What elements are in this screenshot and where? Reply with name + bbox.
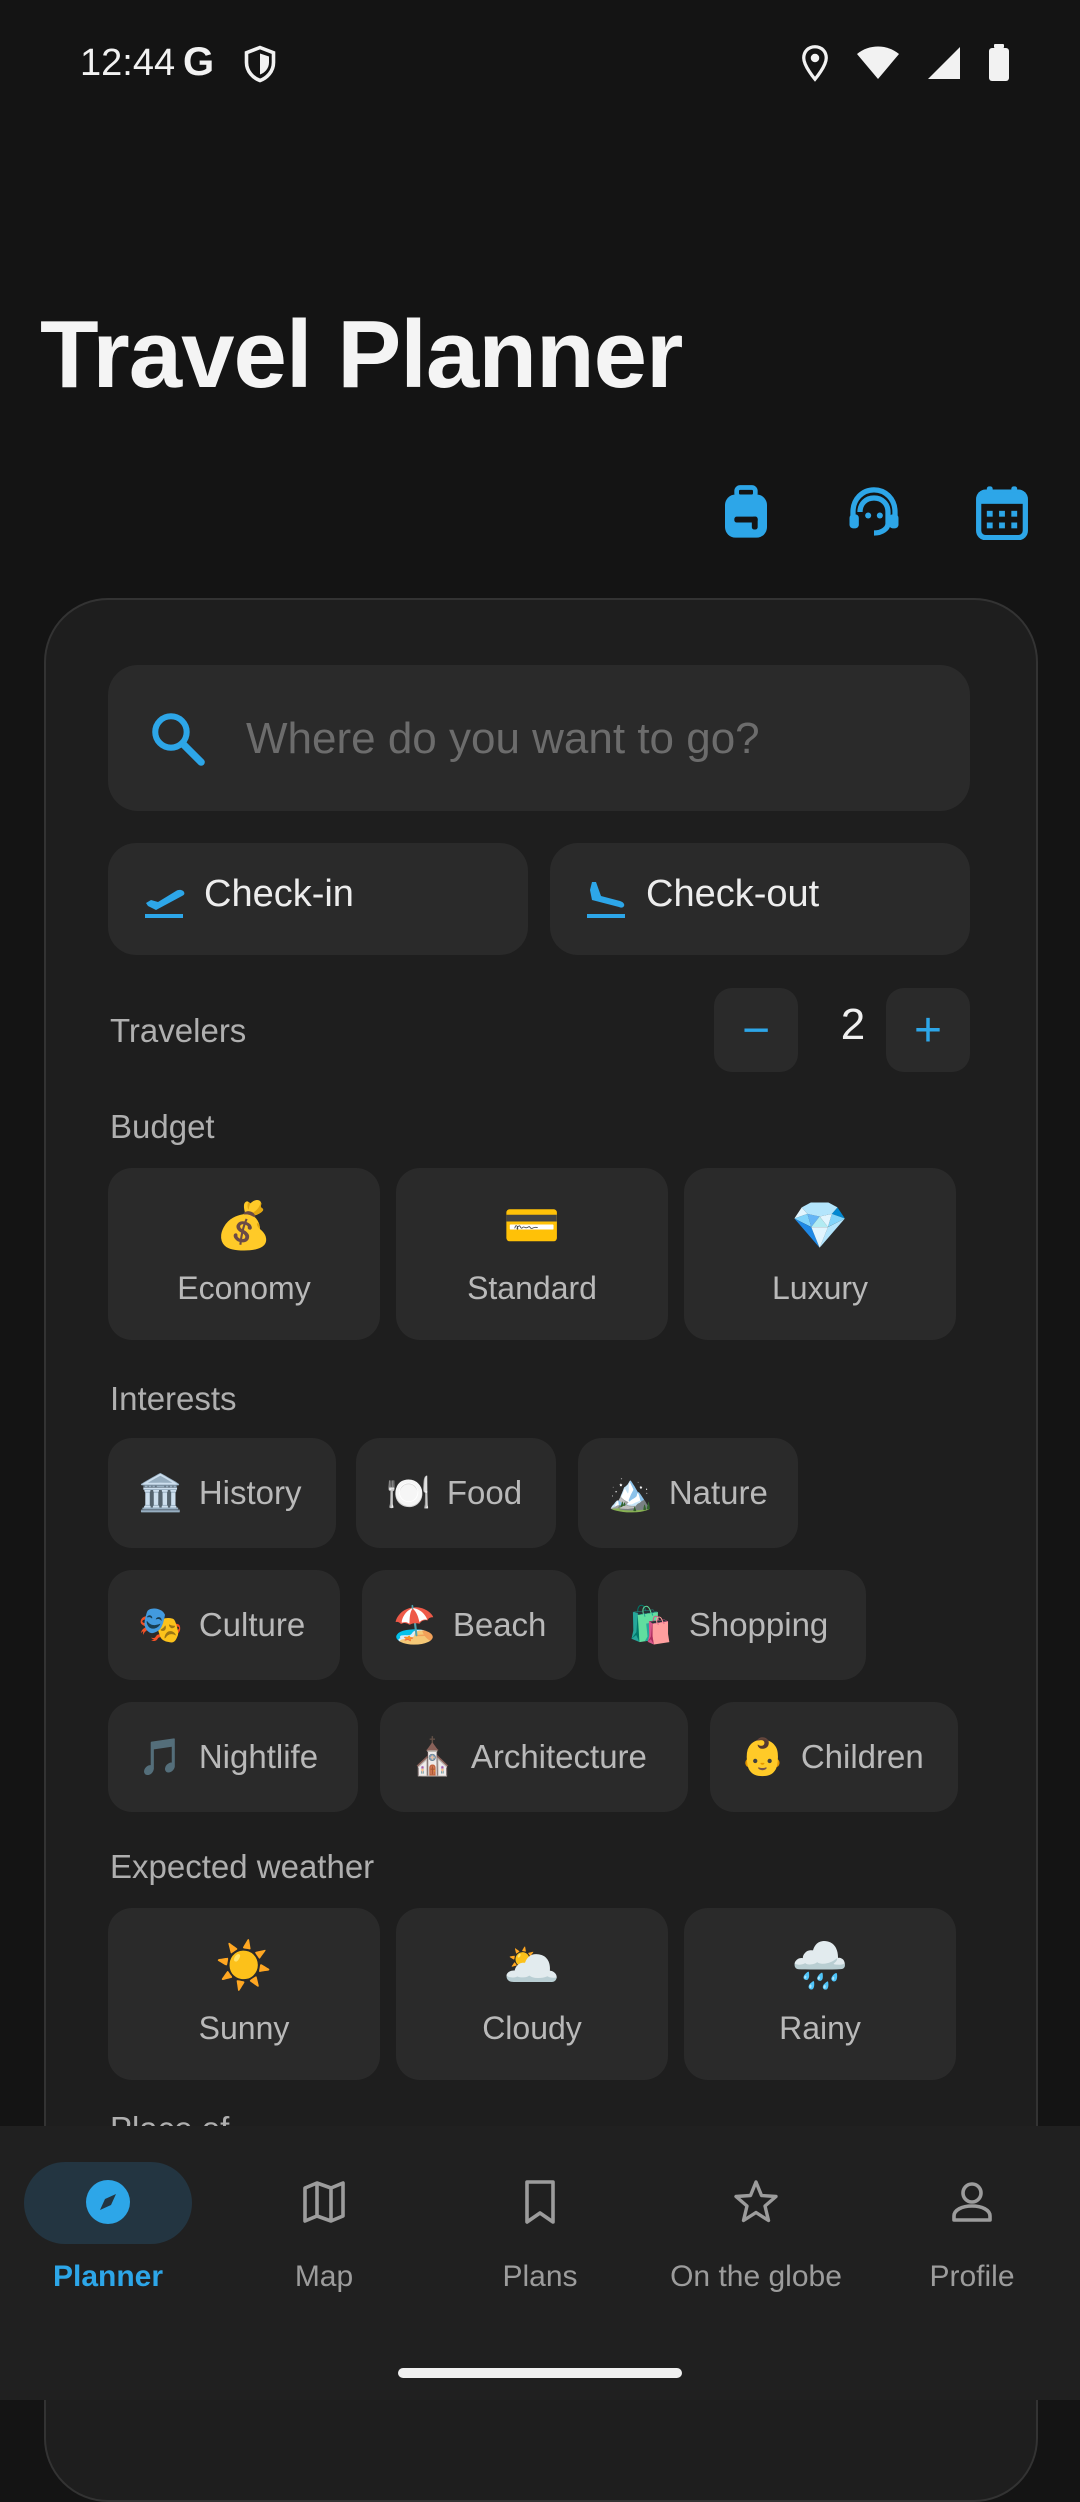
battery-icon <box>989 44 1009 81</box>
interest-chip-culture[interactable]: 🎭 Culture <box>108 1570 340 1680</box>
budget-option-label: Luxury <box>771 1270 869 1306</box>
weather-option-label: Sunny <box>198 2010 290 2046</box>
page-title: Travel Planner <box>40 301 683 408</box>
gem-icon: 💎 <box>791 1199 849 1251</box>
flight-takeoff-icon <box>145 889 185 918</box>
interests-label: Interests <box>110 1380 237 1417</box>
compass-icon <box>86 2180 130 2224</box>
wifi-icon <box>857 46 899 79</box>
signal-icon <box>928 47 960 79</box>
weather-option-cloudy[interactable]: 🌥️ Cloudy <box>396 1908 668 2080</box>
church-icon: ⛪ <box>410 1736 455 1777</box>
money-bag-icon: 💰 <box>215 1199 273 1251</box>
chip-label: Children <box>800 1738 924 1775</box>
cloud-sun-icon: 🌥️ <box>503 1939 561 1991</box>
interest-chip-nature[interactable]: 🏔️ Nature <box>578 1438 798 1548</box>
support-agent-icon[interactable] <box>846 484 902 540</box>
interest-chip-shopping[interactable]: 🛍️ Shopping <box>598 1570 866 1680</box>
google-icon: G <box>183 40 215 84</box>
weather-option-label: Rainy <box>779 2010 861 2046</box>
nav-label: Plans <box>502 2260 578 2293</box>
status-time: 12:44 <box>80 42 176 84</box>
map-icon <box>303 2181 345 2223</box>
interest-chip-architecture[interactable]: ⛪ Architecture <box>380 1702 688 1812</box>
chip-label: Nightlife <box>198 1738 319 1775</box>
increase-travelers-button[interactable]: + <box>886 988 970 1072</box>
museum-icon: 🏛️ <box>138 1472 183 1513</box>
music-note-icon: 🎵 <box>138 1736 183 1777</box>
person-icon <box>952 2182 992 2222</box>
search-icon <box>152 713 205 766</box>
nav-planner[interactable]: Planner <box>0 2126 216 2326</box>
star-icon <box>734 2180 778 2223</box>
chip-label: Shopping <box>688 1606 829 1643</box>
interest-chip-history[interactable]: 🏛️ History <box>108 1438 336 1548</box>
budget-option-economy[interactable]: 💰 Economy <box>108 1168 380 1340</box>
nav-label: Map <box>294 2260 354 2293</box>
weather-option-sunny[interactable]: ☀️ Sunny <box>108 1908 380 2080</box>
nav-map[interactable]: Map <box>216 2126 432 2326</box>
checkout-button[interactable]: Check-out <box>550 843 970 955</box>
checkin-label: Check-in <box>204 873 354 915</box>
chip-label: Architecture <box>470 1738 647 1775</box>
budget-option-label: Economy <box>177 1270 311 1306</box>
credit-card-icon: 💳 <box>503 1199 561 1251</box>
weather-option-rainy[interactable]: 🌧️ Rainy <box>684 1908 956 2080</box>
nav-profile[interactable]: Profile <box>864 2126 1080 2326</box>
nav-label: Planner <box>52 2260 164 2293</box>
calendar-icon[interactable] <box>974 484 1030 540</box>
chip-label: History <box>198 1474 302 1511</box>
weather-label: Expected weather <box>110 1848 375 1885</box>
weather-option-label: Cloudy <box>482 2010 582 2046</box>
budget-option-label: Standard <box>467 1270 597 1306</box>
bottom-navigation: Planner Map Plans On the globe Profile <box>0 2126 1080 2400</box>
interest-chip-nightlife[interactable]: 🎵 Nightlife <box>108 1702 358 1812</box>
decrease-travelers-button[interactable]: − <box>714 988 798 1072</box>
shopping-bags-icon: 🛍️ <box>628 1604 673 1645</box>
plate-icon: 🍽️ <box>386 1472 431 1513</box>
flight-land-icon <box>587 882 625 918</box>
destination-search[interactable] <box>108 665 970 811</box>
baby-icon: 👶 <box>740 1736 785 1777</box>
budget-label: Budget <box>110 1108 215 1145</box>
chip-label: Nature <box>668 1474 768 1511</box>
nav-on-the-globe[interactable]: On the globe <box>648 2126 864 2326</box>
beach-umbrella-icon: 🏖️ <box>392 1604 437 1645</box>
shield-icon <box>244 45 276 83</box>
chip-label: Beach <box>452 1606 547 1643</box>
interest-chip-food[interactable]: 🍽️ Food <box>356 1438 556 1548</box>
chip-label: Culture <box>198 1606 306 1643</box>
location-icon <box>802 45 828 82</box>
backpack-icon[interactable] <box>718 484 774 540</box>
nav-label: Profile <box>929 2260 1015 2293</box>
top-actions <box>718 484 1030 540</box>
travelers-count: 2 <box>840 1000 866 1049</box>
nav-label: On the globe <box>670 2260 842 2293</box>
interest-chip-children[interactable]: 👶 Children <box>710 1702 958 1812</box>
rain-cloud-icon: 🌧️ <box>791 1939 849 1991</box>
theater-masks-icon: 🎭 <box>138 1604 183 1645</box>
sun-icon: ☀️ <box>215 1939 273 1991</box>
search-input[interactable] <box>244 699 938 779</box>
chip-label: Food <box>446 1474 523 1511</box>
status-icons <box>800 44 1010 82</box>
interest-chip-beach[interactable]: 🏖️ Beach <box>362 1570 576 1680</box>
status-bar: 12:44 G <box>0 0 1080 140</box>
nav-plans[interactable]: Plans <box>432 2126 648 2326</box>
mountain-icon: 🏔️ <box>608 1472 653 1513</box>
checkout-label: Check-out <box>646 873 820 915</box>
budget-option-standard[interactable]: 💳 Standard <box>396 1168 668 1340</box>
bookmark-icon <box>525 2180 555 2224</box>
home-indicator[interactable] <box>398 2368 682 2378</box>
budget-option-luxury[interactable]: 💎 Luxury <box>684 1168 956 1340</box>
checkin-button[interactable]: Check-in <box>108 843 528 955</box>
travelers-label: Travelers <box>110 1012 247 1049</box>
